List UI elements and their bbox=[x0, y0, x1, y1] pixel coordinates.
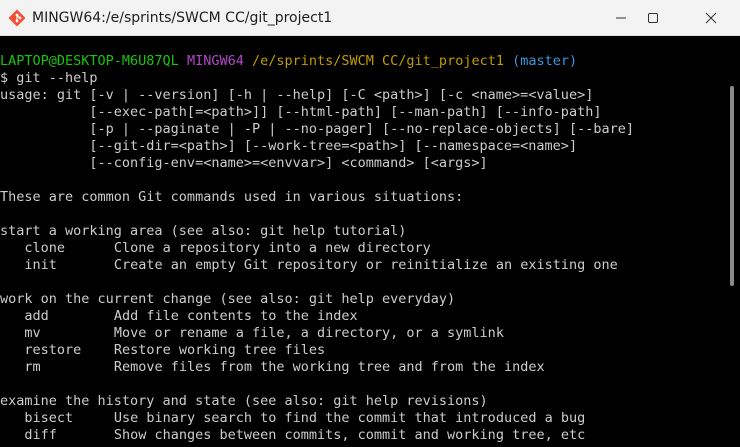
command-name: add bbox=[24, 308, 49, 324]
command-desc: Show changes between commits, commit and… bbox=[113, 427, 586, 443]
command-name: restore bbox=[24, 342, 82, 358]
command-row: diff Show changes between commits, commi… bbox=[0, 427, 724, 444]
prompt-shell: MINGW64 bbox=[186, 53, 244, 69]
terminal-window: MINGW64:/e/sprints/SWCM CC/git_project1 … bbox=[0, 0, 740, 447]
maximize-button[interactable] bbox=[630, 0, 676, 36]
command-name: init bbox=[24, 257, 57, 273]
command-desc: Move or rename a file, a directory, or a… bbox=[113, 325, 504, 341]
usage-line: [--git-dir=<path>] [--work-tree=<path>] … bbox=[0, 138, 578, 154]
prompt-user-host: LAPTOP@DESKTOP-M6U87QL bbox=[0, 53, 179, 69]
window-title: MINGW64:/e/sprints/SWCM CC/git_project1 bbox=[32, 10, 333, 26]
prompt-branch: (master) bbox=[512, 53, 578, 69]
command-name: mv bbox=[24, 325, 41, 341]
usage-line: [-p | --paginate | -P | --no-pager] [--n… bbox=[0, 121, 634, 137]
close-icon bbox=[705, 9, 717, 28]
command-row: mv Move or rename a file, a directory, o… bbox=[0, 325, 724, 342]
command-row: bisect Use binary search to find the com… bbox=[0, 410, 724, 427]
usage-line: usage: git [-v | --version] [-h | --help… bbox=[0, 87, 594, 103]
command-desc: Create an empty Git repository or reinit… bbox=[113, 257, 618, 273]
command-desc: Use binary search to find the commit tha… bbox=[113, 410, 586, 426]
section-heading: work on the current change (see also: gi… bbox=[0, 291, 456, 307]
command-desc: Clone a repository into a new directory bbox=[113, 240, 431, 256]
command-row: rm Remove files from the working tree an… bbox=[0, 359, 724, 376]
prompt-path: /e/sprints/SWCM CC/git_project1 bbox=[252, 53, 504, 69]
command-line: $ git --help bbox=[0, 70, 98, 86]
command-name: bisect bbox=[24, 410, 74, 426]
usage-line: [--exec-path[=<path>]] [--html-path] [--… bbox=[0, 104, 602, 120]
command-name: diff bbox=[24, 427, 57, 443]
command-row: init Create an empty Git repository or r… bbox=[0, 257, 724, 274]
command-row: restore Restore working tree files bbox=[0, 342, 724, 359]
command-desc: Restore working tree files bbox=[113, 342, 326, 358]
terminal-output[interactable]: LAPTOP@DESKTOP-M6U87QL MINGW64 /e/sprint… bbox=[0, 36, 724, 447]
command-row: clone Clone a repository into a new dire… bbox=[0, 240, 724, 257]
vertical-scrollbar[interactable] bbox=[724, 36, 740, 447]
maximize-icon bbox=[647, 9, 659, 28]
minimize-icon bbox=[615, 9, 627, 28]
command-desc: Remove files from the working tree and f… bbox=[113, 359, 545, 375]
intro-text: These are common Git commands used in va… bbox=[0, 189, 464, 205]
command-desc: Add file contents to the index bbox=[113, 308, 358, 324]
title-bar[interactable]: MINGW64:/e/sprints/SWCM CC/git_project1 bbox=[0, 0, 740, 36]
close-button[interactable] bbox=[688, 0, 734, 36]
section-heading: examine the history and state (see also:… bbox=[0, 393, 488, 409]
command-name: rm bbox=[24, 359, 41, 375]
section-heading: start a working area (see also: git help… bbox=[0, 223, 407, 239]
command-row: add Add file contents to the index bbox=[0, 308, 724, 325]
usage-line: [--config-env=<name>=<envvar>] <command>… bbox=[0, 155, 488, 171]
prompt-line: LAPTOP@DESKTOP-M6U87QL MINGW64 /e/sprint… bbox=[0, 53, 724, 70]
git-bash-icon bbox=[8, 9, 26, 27]
command-name: clone bbox=[24, 240, 66, 256]
scrollbar-thumb[interactable] bbox=[730, 86, 734, 286]
